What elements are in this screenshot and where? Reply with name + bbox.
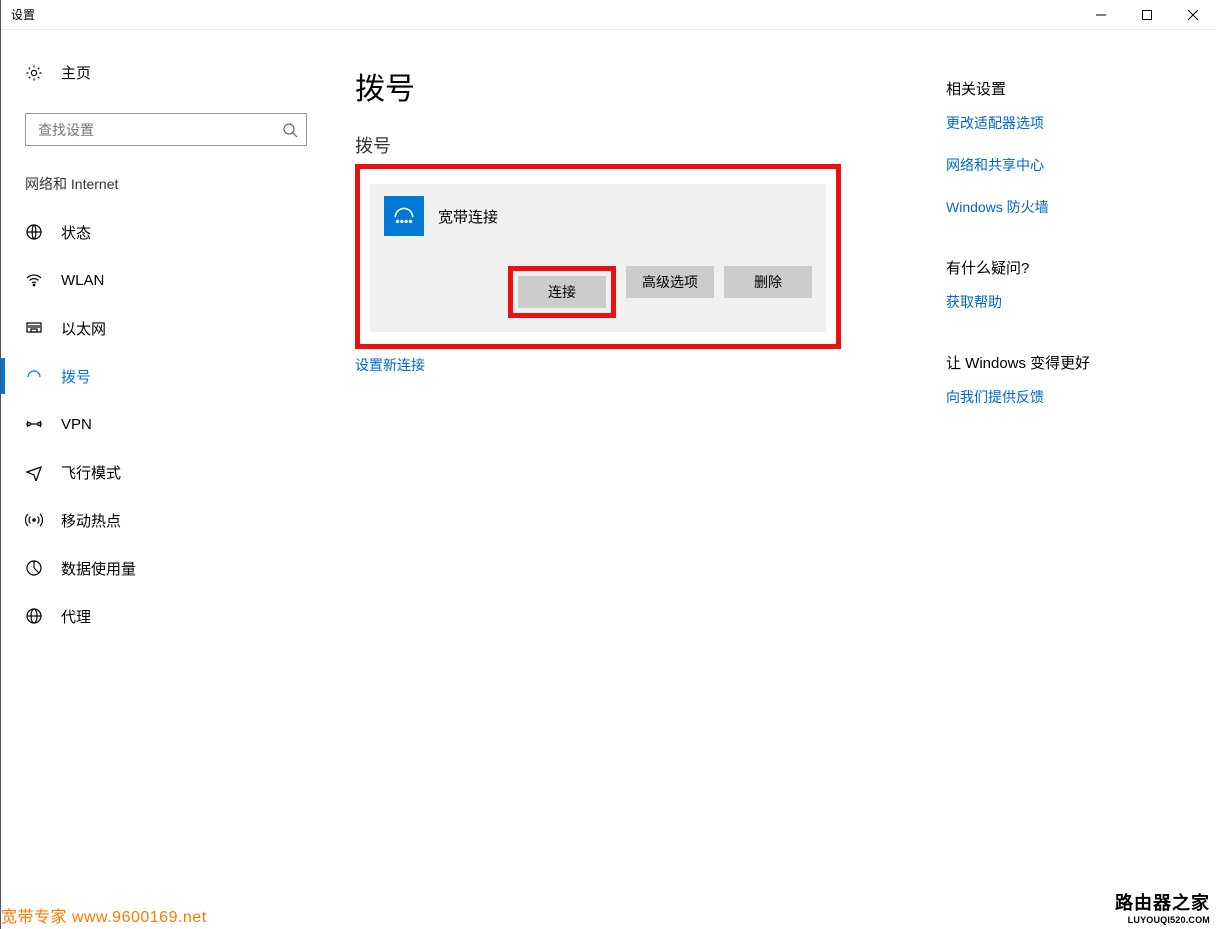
sidebar-item-label: 代理 xyxy=(61,606,91,627)
delete-button[interactable]: 删除 xyxy=(724,266,812,298)
search-icon xyxy=(282,122,298,138)
sidebar-item-label: 数据使用量 xyxy=(61,558,136,579)
dialup-connection-icon xyxy=(384,196,424,236)
sidebar-item-hotspot[interactable]: 移动热点 xyxy=(1,496,331,544)
question-heading: 有什么疑问? xyxy=(946,257,1196,278)
maximize-button[interactable] xyxy=(1124,0,1170,30)
setup-new-connection-link[interactable]: 设置新连接 xyxy=(355,355,425,375)
highlight-connect: 连接 xyxy=(508,266,616,318)
connection-name: 宽带连接 xyxy=(438,206,498,227)
page-title: 拨号 xyxy=(355,64,946,108)
sidebar-item-proxy[interactable]: 代理 xyxy=(1,592,331,640)
sidebar-item-label: 状态 xyxy=(61,222,91,243)
right-pane: 相关设置 更改适配器选项 网络和共享中心 Windows 防火墙 有什么疑问? … xyxy=(946,30,1216,929)
sidebar-item-label: 飞行模式 xyxy=(61,462,121,483)
search-input[interactable] xyxy=(38,122,282,138)
titlebar: 设置 xyxy=(1,0,1216,30)
watermark-left: 宽带专家 www.9600169.net xyxy=(1,903,207,927)
adapter-options-link[interactable]: 更改适配器选项 xyxy=(946,113,1196,133)
related-settings-heading: 相关设置 xyxy=(946,78,1196,99)
connection-card[interactable]: 宽带连接 连接 高级选项 删除 xyxy=(370,184,826,332)
window-controls xyxy=(1078,0,1216,30)
hotspot-icon xyxy=(25,511,43,529)
sidebar-item-label: 移动热点 xyxy=(61,510,121,531)
main-content: 拨号 拨号 宽带连接 xyxy=(331,30,946,929)
watermark-url: LUYOUQI520.COM xyxy=(1115,915,1210,925)
sidebar-item-vpn[interactable]: VPN xyxy=(1,400,331,448)
dialup-icon xyxy=(25,367,43,385)
search-box[interactable] xyxy=(25,113,307,146)
sidebar-item-label: WLAN xyxy=(61,272,104,289)
improve-heading: 让 Windows 变得更好 xyxy=(946,352,1196,373)
section-title: 拨号 xyxy=(355,132,946,158)
gear-icon xyxy=(25,64,43,82)
proxy-icon xyxy=(25,607,43,625)
group-title: 网络和 Internet xyxy=(1,174,331,208)
sidebar: 主页 网络和 Internet 状态 WLAN xyxy=(1,30,331,929)
sidebar-item-wlan[interactable]: WLAN xyxy=(1,256,331,304)
sidebar-item-airplane[interactable]: 飞行模式 xyxy=(1,448,331,496)
watermark-right: 路由器之家 LUYOUQI520.COM xyxy=(1115,889,1210,925)
sidebar-item-dialup[interactable]: 拨号 xyxy=(1,352,331,400)
highlight-main: 宽带连接 连接 高级选项 删除 xyxy=(355,164,841,349)
minimize-button[interactable] xyxy=(1078,0,1124,30)
sidebar-item-label: VPN xyxy=(61,416,92,433)
connect-button[interactable]: 连接 xyxy=(518,276,606,308)
advanced-button[interactable]: 高级选项 xyxy=(626,266,714,298)
close-button[interactable] xyxy=(1170,0,1216,30)
network-icon xyxy=(25,223,43,241)
home-link[interactable]: 主页 xyxy=(1,54,331,91)
ethernet-icon xyxy=(25,319,43,337)
connection-header: 宽带连接 xyxy=(384,196,812,236)
feedback-link[interactable]: 向我们提供反馈 xyxy=(946,387,1196,407)
vpn-icon xyxy=(25,415,43,433)
window-title: 设置 xyxy=(11,6,35,23)
data-icon xyxy=(25,559,43,577)
watermark-brand: 路由器之家 xyxy=(1115,889,1210,915)
home-label: 主页 xyxy=(61,62,91,83)
button-row: 连接 高级选项 删除 xyxy=(384,266,812,318)
get-help-link[interactable]: 获取帮助 xyxy=(946,292,1196,312)
sidebar-item-status[interactable]: 状态 xyxy=(1,208,331,256)
firewall-link[interactable]: Windows 防火墙 xyxy=(946,197,1196,217)
sidebar-item-label: 以太网 xyxy=(61,318,106,339)
network-sharing-link[interactable]: 网络和共享中心 xyxy=(946,155,1196,175)
sidebar-item-ethernet[interactable]: 以太网 xyxy=(1,304,331,352)
wifi-icon xyxy=(25,271,43,289)
sidebar-item-data-usage[interactable]: 数据使用量 xyxy=(1,544,331,592)
airplane-icon xyxy=(25,463,43,481)
sidebar-item-label: 拨号 xyxy=(61,366,91,387)
